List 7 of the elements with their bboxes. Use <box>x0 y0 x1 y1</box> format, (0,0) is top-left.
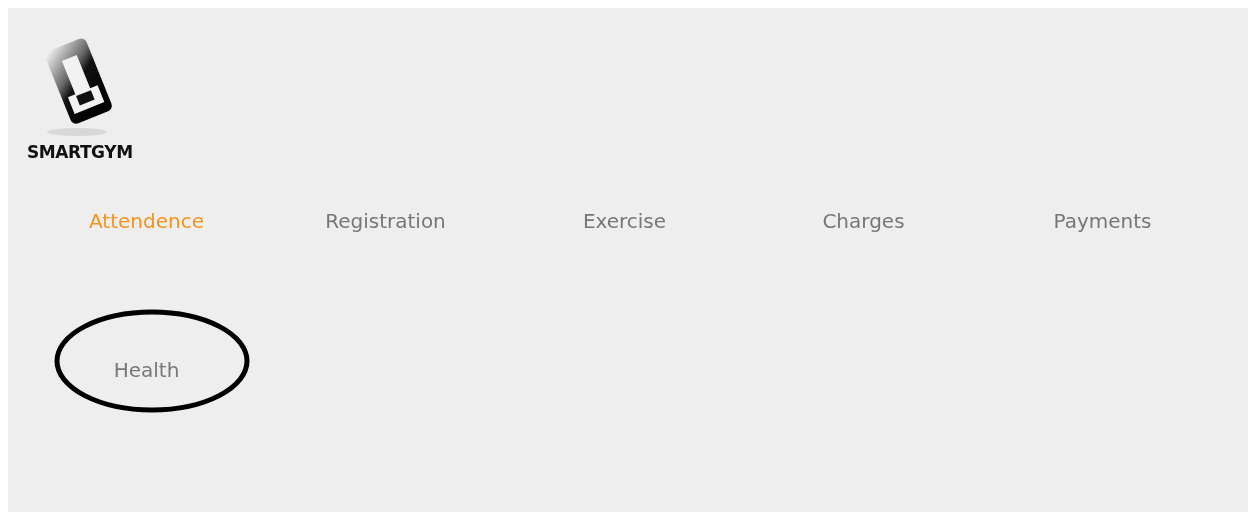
nav-link[interactable]: Exercise <box>582 205 667 236</box>
nav-link[interactable]: Charges <box>822 205 905 236</box>
nav-link[interactable]: Payments <box>1053 205 1152 236</box>
nav-link[interactable]: Health <box>113 354 180 385</box>
logo-text: SMARTGYM <box>27 141 133 164</box>
nav-link[interactable]: Registration <box>325 205 446 236</box>
nav-link[interactable]: Attendence <box>89 205 204 236</box>
